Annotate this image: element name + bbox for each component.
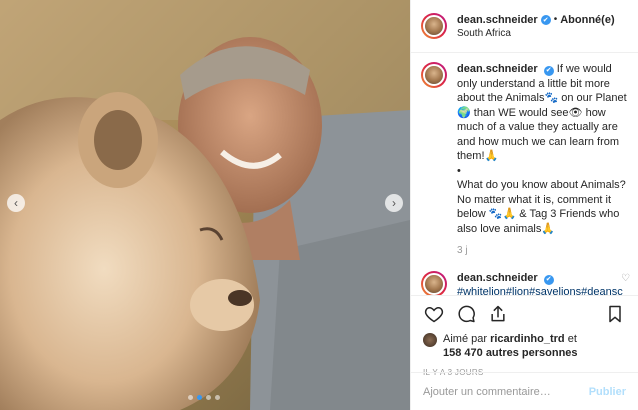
- likes-prefix: Aimé par: [443, 333, 491, 345]
- caption-username[interactable]: dean.schneider: [457, 63, 538, 75]
- carousel-dot: [215, 395, 220, 400]
- caption-text: than WE would see: [470, 106, 569, 119]
- hands-emoji: 🙏: [484, 150, 499, 162]
- action-bar: [423, 302, 626, 326]
- instagram-post: ‹ › dean.schneider ✔ • Abonné(e) South A…: [0, 0, 638, 410]
- carousel-dots: [188, 395, 220, 400]
- carousel-next-button[interactable]: ›: [385, 194, 403, 212]
- carousel-dot: [206, 395, 211, 400]
- comment-icon[interactable]: [455, 303, 477, 325]
- heart-icon[interactable]: [423, 303, 445, 325]
- verified-icon: ✔: [540, 14, 551, 25]
- carousel-dot: [188, 395, 193, 400]
- follow-status-button[interactable]: Abonné(e): [560, 14, 614, 26]
- add-comment-bar: Publier: [411, 372, 638, 410]
- hands-emoji: 🙏: [502, 208, 517, 220]
- share-icon[interactable]: [487, 303, 509, 325]
- caption-bullet: •: [457, 164, 461, 177]
- caption-avatar[interactable]: [421, 62, 447, 88]
- comment-hashtags[interactable]: #whitelion#lion#savelions#deanschneider#…: [457, 285, 627, 295]
- paws-emoji: 🐾: [488, 208, 503, 220]
- comment-avatar[interactable]: [421, 270, 447, 295]
- comments-section: dean.schneider ✔ If we would only underst…: [411, 54, 638, 295]
- caption: dean.schneider ✔ If we would only underst…: [421, 62, 628, 259]
- bookmark-icon[interactable]: [604, 303, 626, 325]
- globe-emoji: 🌍: [457, 106, 471, 119]
- actions-area: Aimé par ricardinho_trd et 158 470 autre…: [411, 295, 638, 377]
- comment-username[interactable]: dean.schneider: [457, 272, 538, 284]
- author-avatar[interactable]: [421, 13, 447, 39]
- likes-summary[interactable]: Aimé par ricardinho_trd et 158 470 autre…: [423, 332, 626, 360]
- paws-emoji: 🐾: [544, 92, 559, 104]
- hands-emoji: 🙏: [541, 222, 556, 235]
- post-location[interactable]: South Africa: [457, 28, 615, 39]
- comment-input[interactable]: [423, 385, 589, 398]
- liker-username[interactable]: ricardinho_trd: [490, 333, 565, 345]
- verified-icon: ✔: [543, 66, 554, 77]
- post-header: dean.schneider ✔ • Abonné(e) South Afric…: [411, 0, 638, 53]
- eye-emoji: 👁: [568, 106, 583, 119]
- author-username[interactable]: dean.schneider: [457, 14, 538, 26]
- carousel-dot-active: [197, 395, 202, 400]
- caption-text: on our Planet: [558, 92, 627, 104]
- post-photo: [0, 0, 410, 410]
- verified-icon: ✔: [543, 274, 554, 285]
- liker-avatar: [423, 333, 437, 347]
- likes-count[interactable]: 158 470 autres personnes: [443, 347, 578, 359]
- comment: dean.schneider ✔ #whitelion#lion#savelion…: [421, 270, 630, 295]
- post-media[interactable]: ‹ ›: [0, 0, 410, 410]
- carousel-prev-button[interactable]: ‹: [7, 194, 25, 212]
- header-separator: •: [553, 14, 558, 25]
- post-sidebar: dean.schneider ✔ • Abonné(e) South Afric…: [410, 0, 638, 410]
- comment-like-icon[interactable]: ♡: [621, 273, 630, 284]
- caption-time[interactable]: 3 j: [457, 244, 627, 259]
- likes-middle: et: [564, 333, 577, 345]
- publish-button[interactable]: Publier: [589, 386, 626, 398]
